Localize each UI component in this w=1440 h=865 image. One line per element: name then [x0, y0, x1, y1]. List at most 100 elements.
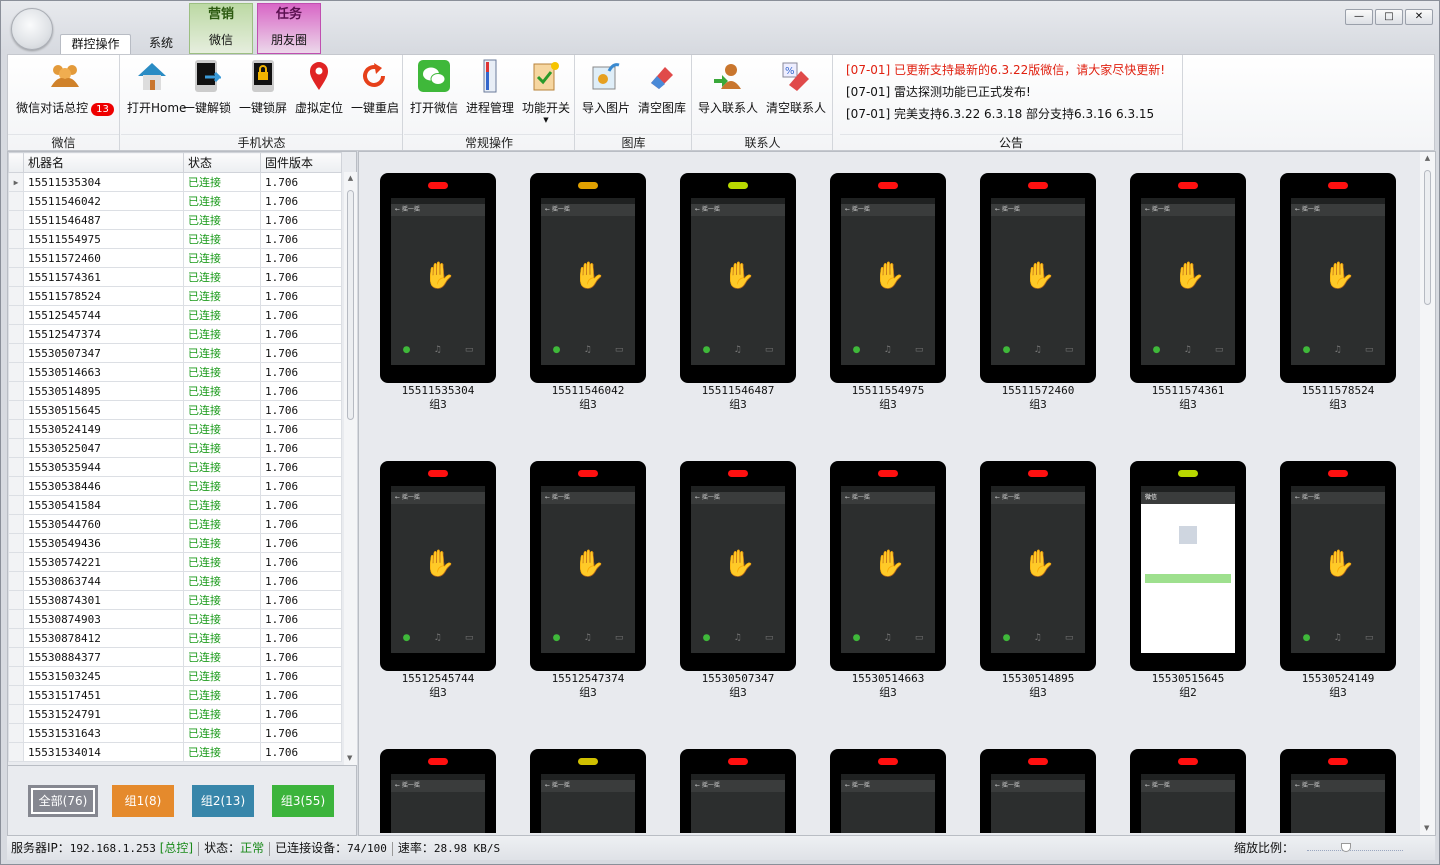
- row-selector[interactable]: [8, 419, 24, 439]
- table-row[interactable]: 15531503245 已连接 1.706: [8, 666, 342, 686]
- phone-screen-card[interactable]: ← 摇一摇 ✋ ● ♫ ▭: [1130, 173, 1246, 383]
- tab-group-control[interactable]: 群控操作: [60, 34, 131, 54]
- phone-display[interactable]: ← 摇一摇: [1141, 774, 1235, 833]
- phone-screen-card[interactable]: ← 摇一摇 ✋ ● ♫ ▭: [980, 461, 1096, 671]
- table-row[interactable]: 15512545744 已连接 1.706: [8, 305, 342, 325]
- row-selector[interactable]: [8, 742, 24, 762]
- phone-screen-card[interactable]: ← 摇一摇 ✋ ● ♫ ▭: [1280, 461, 1396, 671]
- process-manager-button[interactable]: 进程管理: [464, 59, 516, 119]
- table-row[interactable]: 15511574361 已连接 1.706: [8, 267, 342, 287]
- row-selector[interactable]: [8, 400, 24, 420]
- scroll-thumb[interactable]: [347, 190, 354, 420]
- column-header-name[interactable]: 机器名: [23, 152, 184, 173]
- table-row[interactable]: 15530524149 已连接 1.706: [8, 419, 342, 439]
- row-selector[interactable]: [8, 628, 24, 648]
- row-selector[interactable]: [8, 666, 24, 686]
- phone-display[interactable]: ← 摇一摇: [391, 774, 485, 833]
- virtual-location-button[interactable]: 虚拟定位: [293, 59, 345, 119]
- row-selector[interactable]: [8, 286, 24, 306]
- table-row[interactable]: 15530874903 已连接 1.706: [8, 609, 342, 629]
- import-contacts-button[interactable]: 导入联系人: [697, 59, 759, 119]
- phone-screen-card[interactable]: ← 摇一摇: [1130, 749, 1246, 833]
- table-row[interactable]: 15511546487 已连接 1.706: [8, 210, 342, 230]
- notice-item[interactable]: [07-01] 已更新支持最新的6.3.22版微信，请大家尽快更新!: [846, 61, 1165, 78]
- row-selector[interactable]: [8, 685, 24, 705]
- row-selector[interactable]: [8, 305, 24, 325]
- scroll-up-icon[interactable]: ▲: [1420, 152, 1435, 164]
- tab-moments[interactable]: 朋友圈: [258, 26, 320, 54]
- phone-display[interactable]: ← 摇一摇 ✋ ● ♫ ▭: [691, 198, 785, 365]
- table-row[interactable]: 15530574221 已连接 1.706: [8, 552, 342, 572]
- maximize-button[interactable]: □: [1375, 9, 1403, 25]
- reboot-button[interactable]: 一键重启: [349, 59, 401, 119]
- phone-display[interactable]: ← 摇一摇: [691, 774, 785, 833]
- phone-display[interactable]: ← 摇一摇 ✋ ● ♫ ▭: [1291, 198, 1385, 365]
- table-row[interactable]: 15530541584 已连接 1.706: [8, 495, 342, 515]
- minimize-button[interactable]: —: [1345, 9, 1373, 25]
- import-image-button[interactable]: 导入图片: [580, 59, 632, 119]
- notice-item[interactable]: [07-01] 雷达探测功能已正式发布!: [846, 83, 1031, 100]
- phone-display[interactable]: ← 摇一摇: [841, 774, 935, 833]
- lock-screen-button[interactable]: 一键锁屏: [237, 59, 289, 119]
- phone-screen-card[interactable]: ← 摇一摇 ✋ ● ♫ ▭: [530, 461, 646, 671]
- group-2-button[interactable]: 组2(13): [192, 785, 254, 817]
- close-button[interactable]: ✕: [1405, 9, 1433, 25]
- row-selector[interactable]: [8, 362, 24, 382]
- table-row[interactable]: 15530515645 已连接 1.706: [8, 400, 342, 420]
- table-row[interactable]: 15531524791 已连接 1.706: [8, 704, 342, 724]
- clear-contacts-button[interactable]: % 清空联系人: [763, 59, 829, 119]
- clear-gallery-button[interactable]: 清空图库: [636, 59, 688, 119]
- context-tab-task[interactable]: 任务 朋友圈: [257, 3, 321, 54]
- phone-screen-card[interactable]: 微信: [1130, 461, 1246, 671]
- phone-screen-card[interactable]: ← 摇一摇: [830, 749, 946, 833]
- group-all-button[interactable]: 全部(76): [28, 785, 98, 817]
- table-scrollbar[interactable]: ▲ ▼: [344, 172, 357, 765]
- row-selector[interactable]: [8, 647, 24, 667]
- row-selector[interactable]: [8, 723, 24, 743]
- row-selector[interactable]: [8, 267, 24, 287]
- group-1-button[interactable]: 组1(8): [112, 785, 174, 817]
- context-tab-marketing[interactable]: 营销 微信: [189, 3, 253, 54]
- table-row[interactable]: 15530538446 已连接 1.706: [8, 476, 342, 496]
- table-row[interactable]: 15530525047 已连接 1.706: [8, 438, 342, 458]
- grid-scrollbar[interactable]: ▲ ▼: [1420, 152, 1435, 835]
- row-selector[interactable]: [8, 609, 24, 629]
- table-row[interactable]: 15530878412 已连接 1.706: [8, 628, 342, 648]
- row-selector[interactable]: [8, 704, 24, 724]
- phone-display[interactable]: ← 摇一摇 ✋ ● ♫ ▭: [841, 198, 935, 365]
- phone-display[interactable]: ← 摇一摇 ✋ ● ♫ ▭: [1291, 486, 1385, 653]
- row-selector[interactable]: ▶: [8, 172, 24, 192]
- row-selector[interactable]: [8, 476, 24, 496]
- phone-display[interactable]: ← 摇一摇 ✋ ● ♫ ▭: [1141, 198, 1235, 365]
- row-selector[interactable]: [8, 381, 24, 401]
- phone-display[interactable]: ← 摇一摇: [991, 774, 1085, 833]
- scroll-up-icon[interactable]: ▲: [344, 172, 357, 184]
- feature-switch-button[interactable]: 功能开关 ▼: [520, 59, 572, 124]
- tab-wechat[interactable]: 微信: [190, 26, 252, 54]
- table-row[interactable]: 15511578524 已连接 1.706: [8, 286, 342, 306]
- row-selector[interactable]: [8, 191, 24, 211]
- table-row[interactable]: 15511554975 已连接 1.706: [8, 229, 342, 249]
- column-header-firmware[interactable]: 固件版本: [260, 152, 342, 173]
- table-row[interactable]: 15530544760 已连接 1.706: [8, 514, 342, 534]
- table-row[interactable]: 15511572460 已连接 1.706: [8, 248, 342, 268]
- dropdown-arrow-icon[interactable]: ▼: [520, 116, 572, 125]
- scroll-down-icon[interactable]: ▼: [1424, 823, 1429, 833]
- table-row[interactable]: 15531534014 已连接 1.706: [8, 742, 342, 762]
- phone-screen-card[interactable]: ← 摇一摇 ✋ ● ♫ ▭: [380, 461, 496, 671]
- table-row[interactable]: 15530535944 已连接 1.706: [8, 457, 342, 477]
- group-3-button[interactable]: 组3(55): [272, 785, 334, 817]
- phone-screen-card[interactable]: ← 摇一摇 ✋ ● ♫ ▭: [830, 173, 946, 383]
- table-row[interactable]: 15530507347 已连接 1.706: [8, 343, 342, 363]
- phone-screen-card[interactable]: ← 摇一摇 ✋ ● ♫ ▭: [680, 461, 796, 671]
- phone-display[interactable]: ← 摇一摇 ✋ ● ♫ ▭: [841, 486, 935, 653]
- row-selector[interactable]: [8, 248, 24, 268]
- column-header-status[interactable]: 状态: [183, 152, 261, 173]
- row-selector[interactable]: [8, 457, 24, 477]
- notice-item[interactable]: [07-01] 完美支持6.3.22 6.3.18 部分支持6.3.16 6.3…: [846, 105, 1154, 122]
- row-selector[interactable]: [8, 590, 24, 610]
- phone-display[interactable]: ← 摇一摇: [1291, 774, 1385, 833]
- chat-control-button[interactable]: 微信对话总控 13: [12, 59, 118, 119]
- table-row[interactable]: ▶ 15511535304 已连接 1.706: [8, 172, 342, 192]
- phone-display[interactable]: ← 摇一摇 ✋ ● ♫ ▭: [541, 486, 635, 653]
